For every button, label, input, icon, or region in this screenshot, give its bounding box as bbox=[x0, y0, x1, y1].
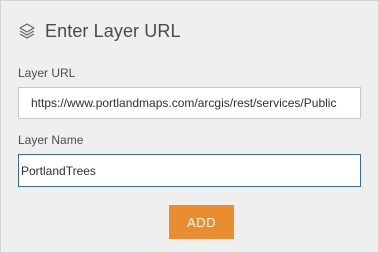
layer-url-label: Layer URL bbox=[18, 66, 76, 80]
add-button[interactable]: ADD bbox=[169, 205, 234, 239]
layer-name-label: Layer Name bbox=[18, 133, 84, 147]
panel-title: Enter Layer URL bbox=[45, 20, 181, 41]
panel-header: Enter Layer URL bbox=[18, 19, 181, 43]
layer-name-input[interactable] bbox=[18, 154, 361, 187]
layer-url-input[interactable] bbox=[18, 87, 361, 119]
layers-icon bbox=[18, 22, 36, 40]
enter-layer-url-panel: Enter Layer URL Layer URL Layer Name ADD bbox=[0, 0, 379, 253]
